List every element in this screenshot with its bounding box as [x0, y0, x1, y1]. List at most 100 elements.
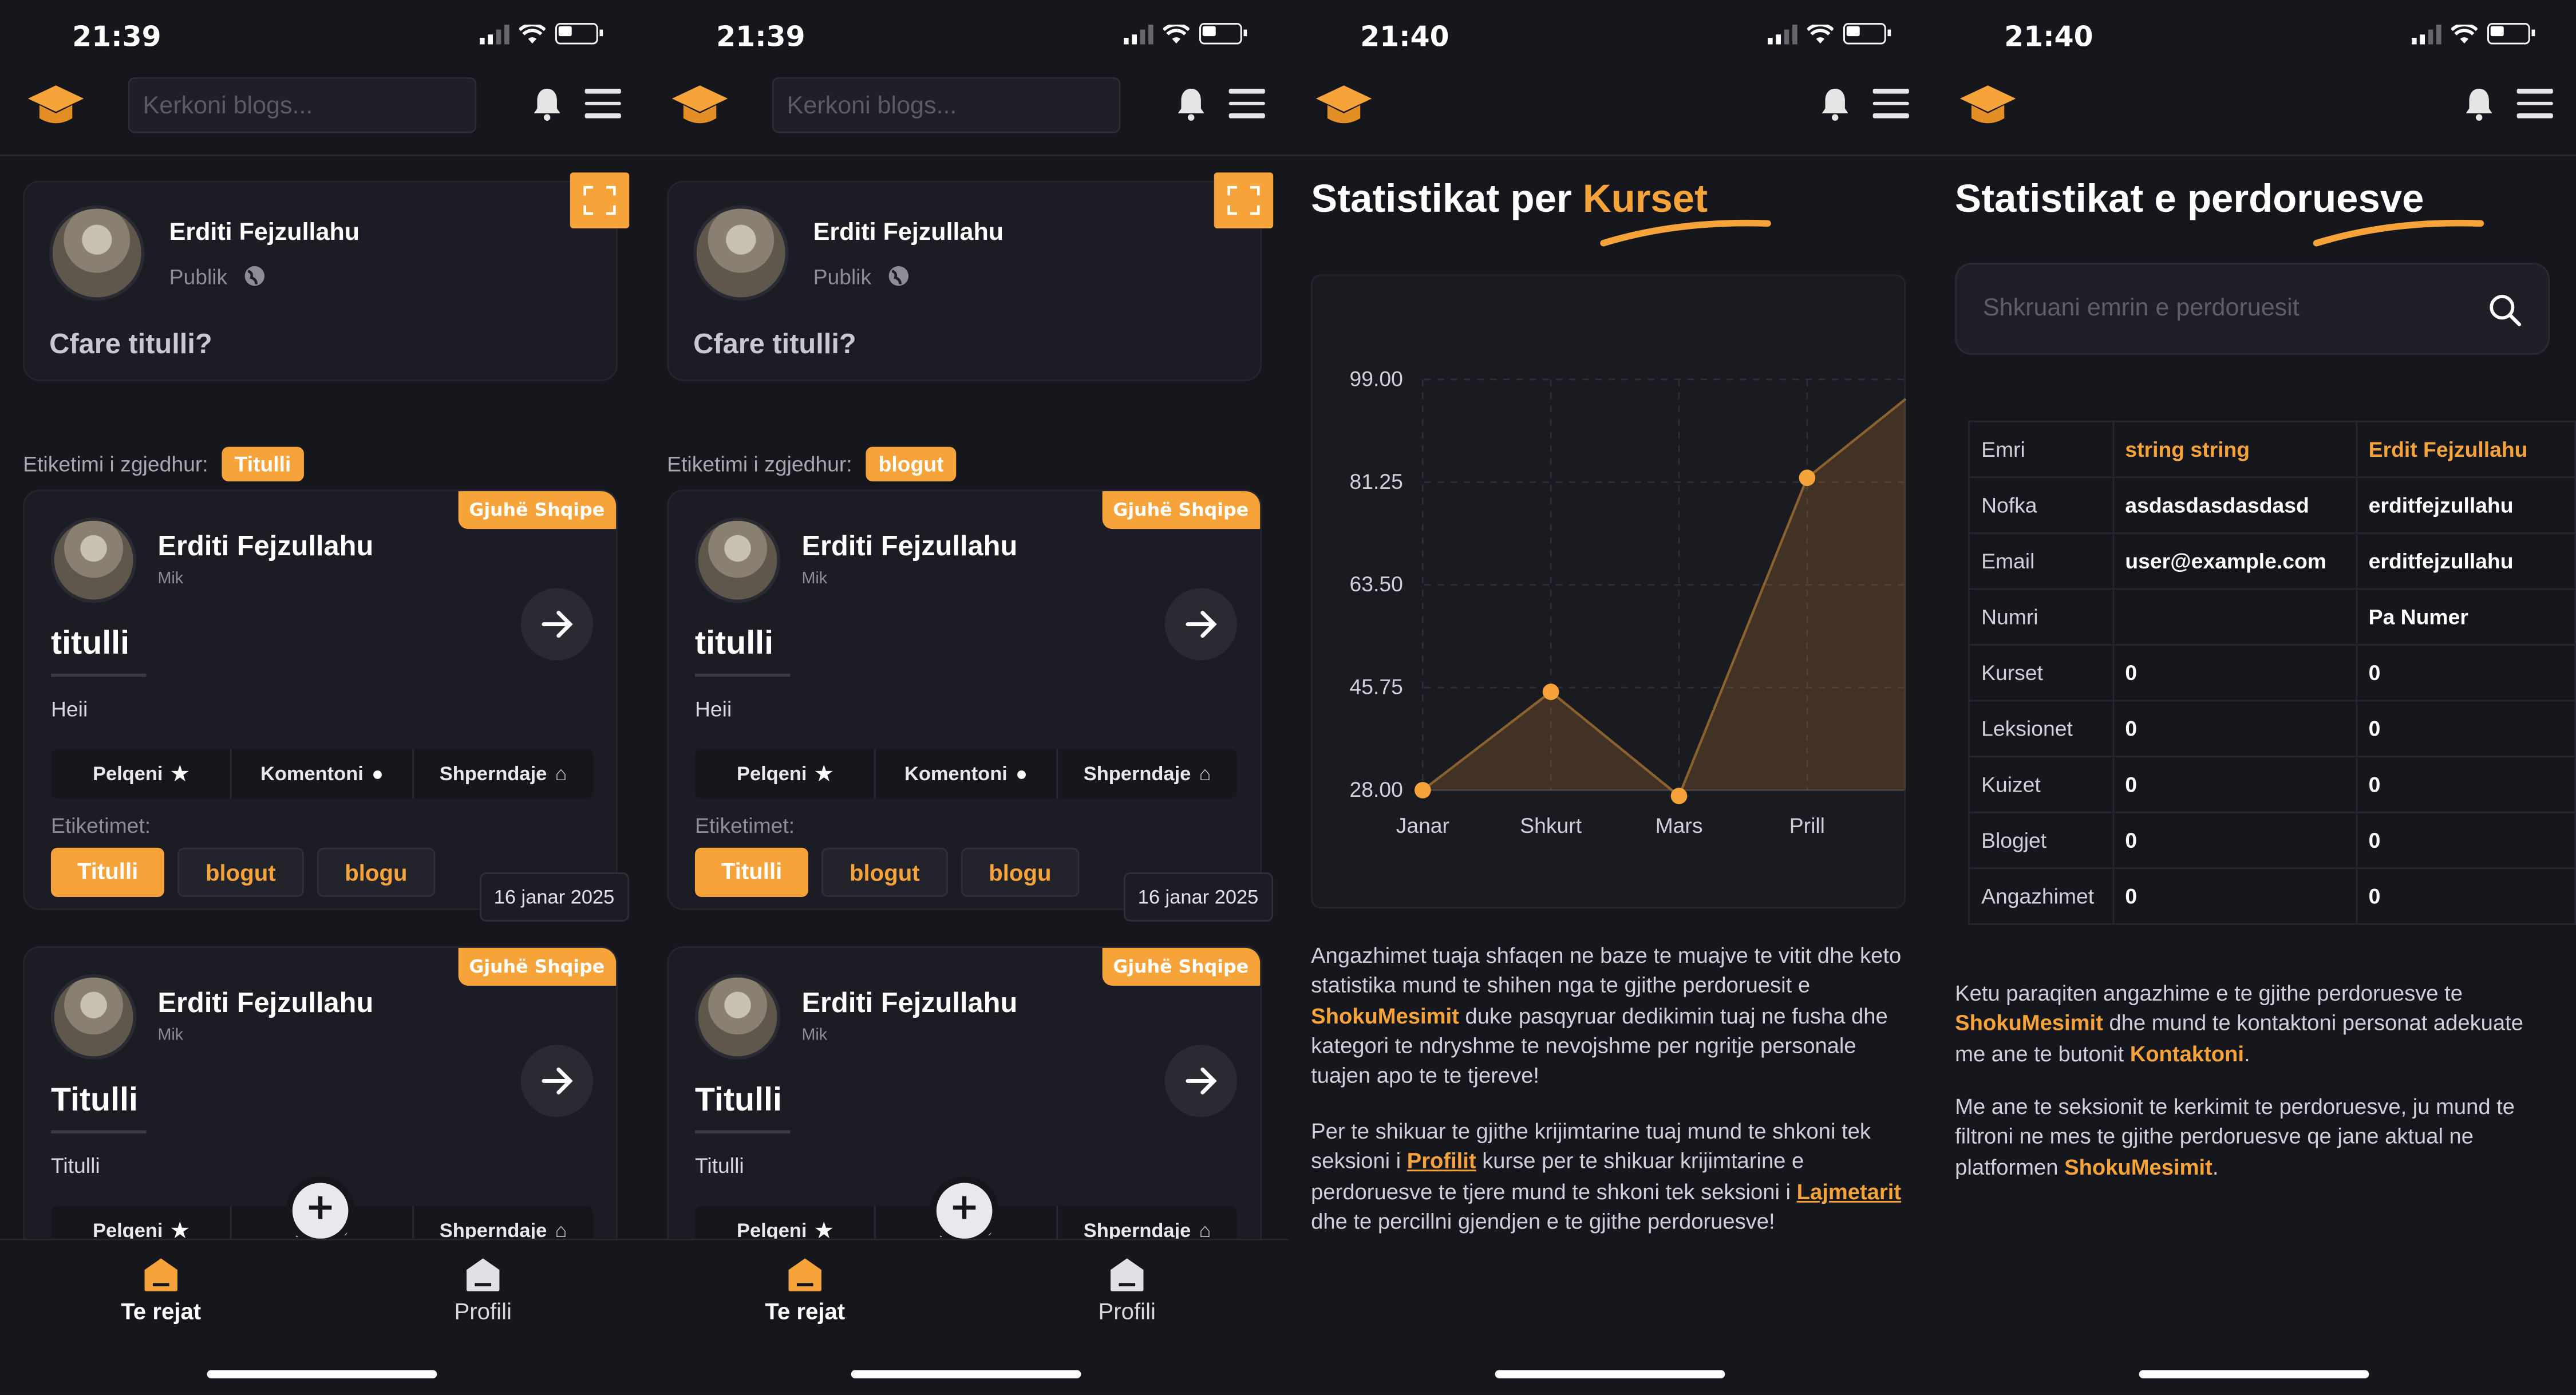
post-card-1: Gjuhë Shqipe Erditi Fejzullahu Mik titul…: [667, 489, 1274, 922]
composer-card[interactable]: Erditi Fejzullahu Publik Cfare titulli?: [667, 172, 1274, 381]
nav-profile-label: Profili: [454, 1298, 512, 1325]
p2-text-e: dhe te percillni gjendjen e te gjithe pe…: [1311, 1208, 1775, 1234]
graduation-cap-icon[interactable]: [670, 81, 729, 130]
graduation-cap-icon[interactable]: [1958, 81, 2017, 130]
table-cell: erditfejzullahu: [2355, 476, 2576, 534]
x-tick-label: Mars: [1656, 813, 1703, 837]
graduation-cap-icon[interactable]: [26, 81, 85, 130]
blog-search-field[interactable]: [128, 77, 477, 133]
hamburger-menu-icon[interactable]: [584, 88, 621, 118]
expand-icon[interactable]: [570, 172, 630, 228]
blog-search-field[interactable]: [772, 77, 1121, 133]
share-button[interactable]: Shperndaje ⌂: [1057, 749, 1237, 799]
status-icons: [2412, 23, 2535, 45]
table-row: Angazhimet 0 0: [1968, 867, 2576, 925]
nav-home[interactable]: Te rejat: [62, 1256, 259, 1324]
data-point: [1414, 782, 1431, 799]
share-button[interactable]: Shperndaje ⌂: [413, 749, 593, 799]
table-row-label: Kurset: [1968, 644, 2114, 702]
home-indicator: [207, 1370, 437, 1378]
post-actions: Pelqeni ★ Komentoni ● Shperndaje ⌂: [694, 749, 1238, 799]
table-cell: [2112, 588, 2357, 646]
language-badge: Gjuhë Shqipe: [457, 491, 617, 529]
blog-search-input[interactable]: [773, 78, 1119, 133]
selected-tag-chip[interactable]: Titulli: [221, 446, 305, 481]
table-cell: 0: [2112, 867, 2357, 925]
tag-chip[interactable]: blogu: [317, 847, 436, 897]
profile-link[interactable]: Profilit: [1407, 1149, 1476, 1173]
selected-tag-row: Etiketimi i zgjedhur: blogut: [667, 446, 957, 481]
add-post-button[interactable]: +: [930, 1176, 999, 1246]
nav-home[interactable]: Te rejat: [706, 1256, 903, 1324]
like-button[interactable]: Pelqeni ★: [51, 749, 232, 799]
comment-button[interactable]: Komentoni ●: [876, 749, 1058, 799]
status-time: 21:39: [72, 21, 161, 54]
hamburger-menu-icon[interactable]: [1228, 88, 1265, 118]
news-link[interactable]: Lajmetarit: [1797, 1179, 1901, 1203]
signal-icon: [1768, 23, 1797, 44]
table-cell: string string: [2112, 420, 2357, 479]
table-row: Nofka asdasdasdasdasd erditfejzullahu: [1968, 476, 2576, 534]
comment-button[interactable]: Komentoni ●: [232, 749, 414, 799]
composer-prompt[interactable]: Cfare titulli?: [49, 329, 212, 361]
hamburger-menu-icon[interactable]: [1872, 88, 1909, 118]
search-icon[interactable]: [2489, 294, 2522, 327]
expand-icon[interactable]: [1214, 172, 1274, 228]
open-post-button[interactable]: [1164, 1045, 1238, 1117]
contact-link[interactable]: Kontaktoni: [2130, 1041, 2244, 1065]
tag-chip[interactable]: Titulli: [50, 847, 165, 897]
nav-profile[interactable]: Profili: [385, 1256, 582, 1324]
table-cell: erditfejzullahu: [2355, 532, 2576, 590]
open-post-button[interactable]: [520, 588, 594, 661]
table-row-label: Numri: [1968, 588, 2114, 646]
arrow-right-icon: [542, 611, 573, 638]
selected-tag-chip[interactable]: blogut: [865, 446, 957, 481]
home-icon: [788, 1258, 821, 1291]
selected-tag-label: Etiketimi i zgjedhur:: [667, 452, 852, 477]
blog-search-input[interactable]: [129, 78, 475, 133]
tag-chip[interactable]: Titulli: [694, 847, 809, 897]
status-bar: 21:40: [1288, 0, 1932, 72]
bell-icon[interactable]: [529, 85, 565, 121]
bell-icon[interactable]: [1817, 85, 1853, 121]
u-p1-a: Ketu paraqiten angazhime e te gjithe per…: [1955, 981, 2463, 1006]
phone-course-stats: 21:40 Statistikat per Kurset 99.00 81.25 6…: [1288, 0, 1933, 1395]
battery-icon: [1843, 23, 1891, 45]
users-table: Emri string string Erdit Fejzullahu Nofka as…: [1968, 420, 2576, 925]
stats-paragraph-2: Per te shikuar te gjithe krijimtarine tu…: [1311, 1117, 1909, 1238]
tag-chip[interactable]: blogut: [177, 847, 304, 897]
like-label: Pelqeni: [736, 762, 807, 785]
composer-card[interactable]: Erditi Fejzullahu Publik Cfare titulli?: [23, 172, 630, 381]
share-label: Shperndaje: [439, 762, 547, 785]
status-bar: 21:40: [1932, 0, 2576, 72]
post-title: Titulli: [50, 1082, 138, 1119]
open-post-button[interactable]: [520, 1045, 594, 1117]
hamburger-menu-icon[interactable]: [2516, 88, 2553, 118]
status-icons: [480, 23, 603, 45]
open-post-button[interactable]: [1164, 588, 1238, 661]
avatar: [693, 205, 789, 301]
chart-container: 99.00 81.25 63.50 45.75 28.00 Janar Shkurt Mars…: [1311, 274, 1907, 909]
u-p2-c: .: [2212, 1154, 2219, 1179]
data-point: [1799, 469, 1816, 487]
tag-chip[interactable]: blogu: [961, 847, 1080, 897]
author-role: Mik: [157, 1026, 184, 1045]
tags-label: Etiketimet:: [50, 813, 151, 838]
add-post-button[interactable]: +: [286, 1176, 355, 1246]
user-search-input[interactable]: [1957, 264, 2450, 352]
composer-prompt[interactable]: Cfare titulli?: [693, 329, 856, 361]
bell-icon[interactable]: [1173, 85, 1209, 121]
like-button[interactable]: Pelqeni ★: [695, 749, 876, 799]
signal-icon: [480, 23, 509, 44]
post-title: Titulli: [694, 1082, 782, 1119]
graduation-cap-icon[interactable]: [1314, 81, 1373, 130]
nav-profile[interactable]: Profili: [1029, 1256, 1226, 1324]
bottom-nav: Te rejat Profili: [0, 1238, 645, 1395]
user-search-field[interactable]: [1955, 263, 2550, 355]
like-label: Pelqeni: [92, 762, 163, 785]
bell-icon[interactable]: [2461, 85, 2497, 121]
status-bar: 21:39: [644, 0, 1288, 72]
tag-chip[interactable]: blogut: [821, 847, 948, 897]
post-date: 16 janar 2025: [1123, 872, 1274, 922]
avatar: [49, 205, 145, 301]
